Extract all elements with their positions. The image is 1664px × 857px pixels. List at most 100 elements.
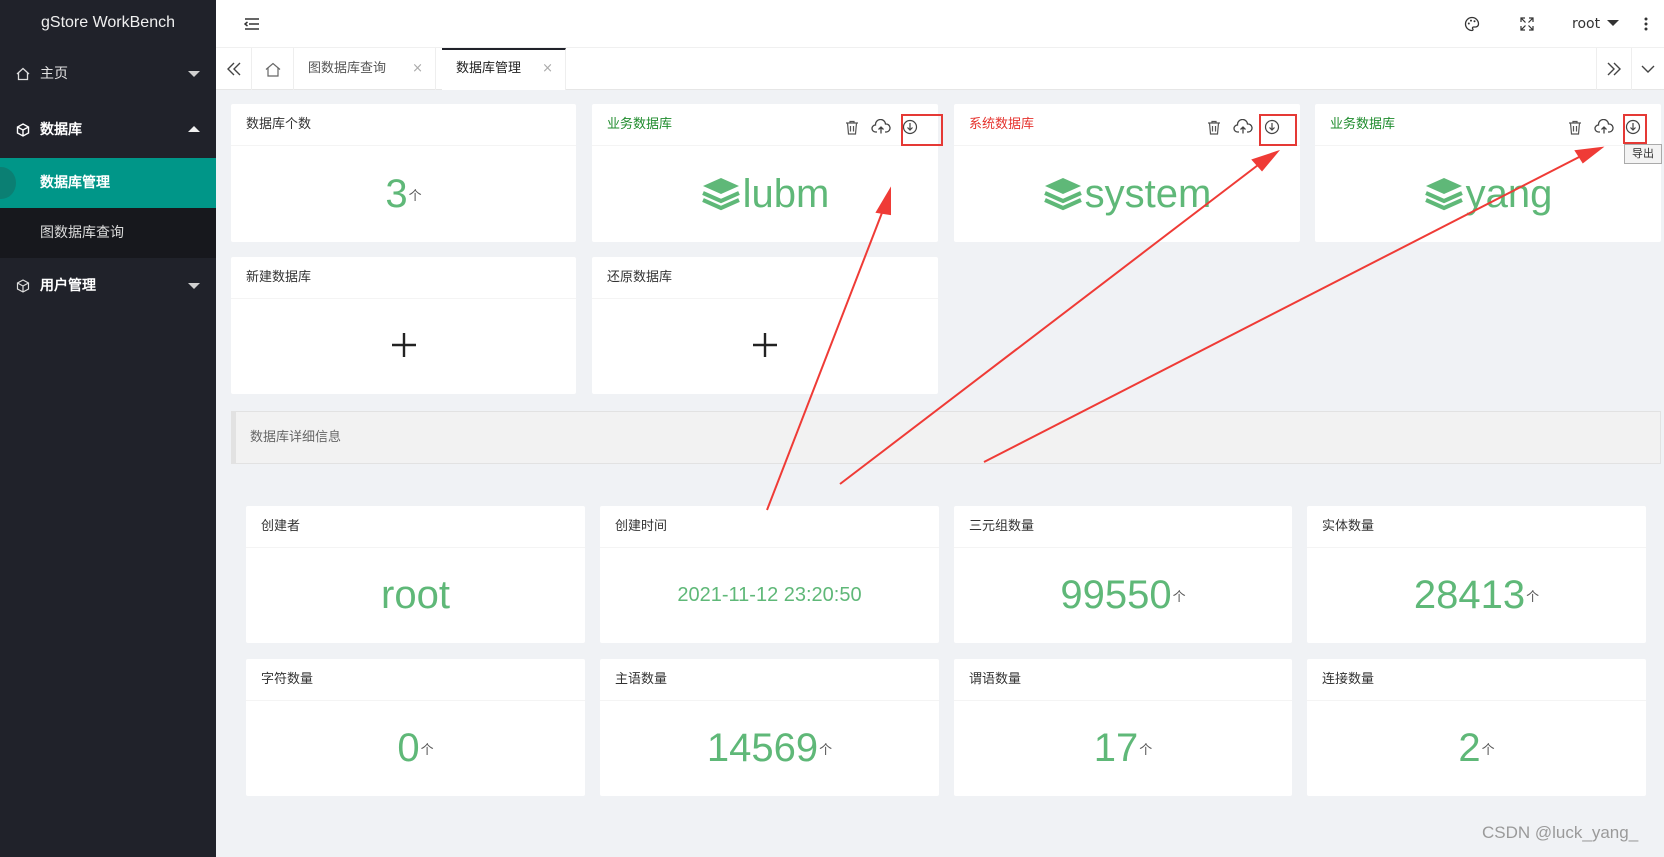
unit-label: 个 — [1139, 743, 1153, 758]
stat-label: 创建者 — [246, 506, 585, 548]
tab-bar: 图数据库查询 × 数据库管理 × — [216, 48, 1664, 90]
new-db-card[interactable]: 新建数据库 — [231, 257, 576, 394]
cloud-upload-icon[interactable] — [1233, 117, 1253, 137]
sidebar-item-db-management[interactable]: 数据库管理 — [0, 158, 216, 208]
db-name: lubm — [701, 171, 830, 217]
chevron-down-icon — [188, 71, 200, 77]
stat-value: 0 — [397, 726, 420, 770]
cloud-upload-icon[interactable] — [871, 117, 891, 137]
card-title: 数据库个数 — [231, 104, 576, 146]
sidebar-item-label: 图数据库查询 — [40, 225, 124, 241]
sidebar-item-user-management[interactable]: 用户管理 — [0, 258, 216, 314]
db-card-yang[interactable]: 业务数据库 yang — [1315, 104, 1661, 242]
db-card-system[interactable]: 系统数据库 system — [954, 104, 1300, 242]
sidebar-item-label: 用户管理 — [40, 278, 96, 294]
tab-db-management[interactable]: 数据库管理 × — [442, 48, 566, 90]
stat-value: root — [381, 573, 450, 617]
sidebar: gStore WorkBench 主页 数据库 数据库管理 图数据库查询 用户管… — [0, 0, 216, 857]
cube-icon — [16, 102, 32, 158]
restore-db-card[interactable]: 还原数据库 — [592, 257, 938, 394]
db-card-lubm[interactable]: 业务数据库 lubm — [592, 104, 943, 242]
highlight-box — [1259, 114, 1297, 146]
sidebar-item-label: 数据库管理 — [40, 175, 110, 191]
sidebar-item-database[interactable]: 数据库 — [0, 102, 216, 158]
stat-label: 字符数量 — [246, 659, 585, 701]
unit-label: 个 — [1481, 743, 1495, 758]
stat-value: 17 — [1093, 726, 1139, 770]
chevron-down-icon — [1607, 20, 1619, 26]
ripple-indicator — [0, 167, 16, 199]
unit-label: 个 — [1526, 590, 1540, 605]
stat-value: 28413 — [1413, 573, 1526, 617]
stat-card-predicates: 谓语数量 17 个 — [954, 659, 1292, 796]
stat-card-connections: 连接数量 2个 — [1307, 659, 1646, 796]
close-icon[interactable]: × — [412, 48, 423, 90]
plus-icon[interactable] — [752, 326, 778, 367]
highlight-box — [1623, 114, 1647, 144]
stat-card-creator: 创建者 root — [246, 506, 585, 643]
tabs-scroll-left-icon[interactable] — [216, 48, 252, 90]
db-name-text: lubm — [742, 171, 830, 216]
plus-icon[interactable] — [391, 326, 417, 367]
tab-graph-query[interactable]: 图数据库查询 × — [294, 48, 436, 90]
stat-card-subjects: 主语数量 14569 个 — [600, 659, 939, 796]
stat-label: 主语数量 — [600, 659, 939, 701]
stat-value: 2021-11-12 23:20:50 — [677, 584, 862, 606]
tabs-dropdown-icon[interactable] — [1632, 48, 1664, 90]
unit-label: 个 — [1172, 590, 1186, 605]
db-name-text: yang — [1465, 171, 1553, 216]
app-title: gStore WorkBench — [41, 14, 175, 31]
card-title: 还原数据库 — [592, 257, 938, 299]
close-icon[interactable]: × — [542, 50, 553, 88]
theme-palette-icon[interactable] — [1464, 0, 1480, 48]
stat-label: 三元组数量 — [954, 506, 1292, 548]
db-count-value: 3 — [385, 171, 408, 216]
trash-icon[interactable] — [842, 117, 862, 137]
user-menu[interactable]: root — [1572, 0, 1600, 48]
stat-label: 谓语数量 — [954, 659, 1292, 701]
export-tooltip: 导出 — [1624, 144, 1662, 164]
stat-value: 2 — [1458, 726, 1481, 770]
stat-value: 14569 — [706, 726, 819, 770]
unit-label: 个 — [420, 743, 434, 758]
database-stack-icon — [1043, 178, 1082, 211]
top-header: root — [216, 0, 1664, 48]
tab-label: 图数据库查询 — [308, 61, 387, 76]
trash-icon[interactable] — [1565, 117, 1585, 137]
database-submenu: 数据库管理 图数据库查询 — [0, 158, 216, 258]
stat-label: 连接数量 — [1307, 659, 1646, 701]
cloud-upload-icon[interactable] — [1594, 117, 1614, 137]
sidebar-item-label: 数据库 — [40, 122, 82, 138]
chevron-down-icon — [188, 283, 200, 289]
tab-home[interactable] — [252, 48, 294, 90]
watermark: CSDN @luck_yang_ — [1482, 823, 1639, 842]
home-icon — [16, 46, 32, 102]
db-name-text: system — [1084, 171, 1212, 216]
stat-label: 创建时间 — [600, 506, 939, 548]
menu-collapse-icon[interactable] — [244, 0, 260, 48]
chevron-up-icon — [188, 126, 200, 132]
db-name: yang — [1424, 171, 1553, 217]
stat-card-triples: 三元组数量 99550 个 — [954, 506, 1292, 643]
unit-label: 个 — [408, 188, 422, 204]
db-detail-header: 数据库详细信息 — [231, 411, 1661, 464]
stat-card-entities: 实体数量 28413 个 — [1307, 506, 1646, 643]
stat-value: 99550 — [1060, 573, 1172, 617]
stat-label: 实体数量 — [1307, 506, 1646, 548]
tab-label: 数据库管理 — [456, 61, 522, 76]
fullscreen-icon[interactable] — [1520, 0, 1534, 48]
sidebar-item-home[interactable]: 主页 — [0, 46, 216, 102]
database-stack-icon — [701, 178, 740, 211]
tabs-scroll-right-icon[interactable] — [1596, 48, 1632, 90]
more-vertical-icon[interactable] — [1644, 0, 1648, 48]
highlight-box — [901, 114, 943, 146]
stat-card-literals: 字符数量 0个 — [246, 659, 585, 796]
db-name: system — [1043, 171, 1212, 217]
cube-icon — [16, 258, 32, 314]
unit-label: 个 — [819, 743, 833, 758]
stat-card-created-time: 创建时间 2021-11-12 23:20:50 — [600, 506, 939, 643]
db-count-card: 数据库个数 3个 — [231, 104, 576, 242]
card-title: 新建数据库 — [231, 257, 576, 299]
trash-icon[interactable] — [1204, 117, 1224, 137]
sidebar-item-graph-query[interactable]: 图数据库查询 — [0, 208, 216, 258]
